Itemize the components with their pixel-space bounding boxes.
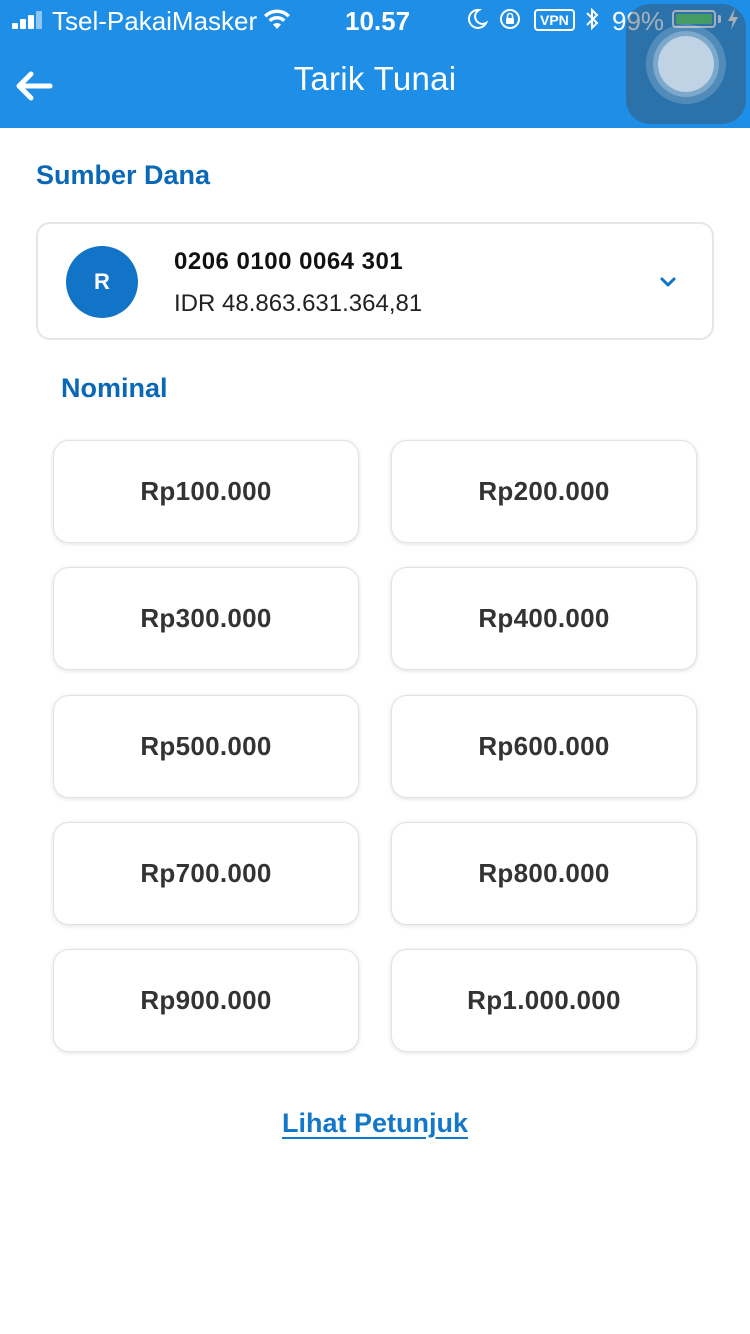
- account-number: 0206 0100 0064 301: [174, 248, 404, 275]
- nominal-label: Nominal: [61, 373, 168, 403]
- nominal-option-button[interactable]: Rp800.000: [391, 822, 697, 925]
- moon-icon: [467, 8, 488, 29]
- account-balance: IDR 48.863.631.364,81: [174, 290, 423, 317]
- source-of-funds-label: Sumber Dana: [36, 160, 211, 190]
- chevron-down-icon[interactable]: [656, 274, 680, 290]
- rotation-lock-icon: [500, 9, 520, 29]
- vpn-badge: VPN: [534, 9, 575, 31]
- status-time: 10.57: [345, 6, 411, 36]
- account-selector[interactable]: R 0206 0100 0064 301 IDR 48.863.631.364,…: [36, 222, 714, 340]
- nominal-option-button[interactable]: Rp900.000: [53, 949, 359, 1052]
- nominal-option-button[interactable]: Rp600.000: [391, 695, 697, 798]
- nominal-option-button[interactable]: Rp1.000.000: [391, 949, 697, 1052]
- carrier-name: Tsel-PakaiMasker: [52, 6, 258, 36]
- nominal-option-button[interactable]: Rp500.000: [53, 695, 359, 798]
- wifi-icon: [264, 9, 290, 29]
- nominal-option-button[interactable]: Rp300.000: [53, 567, 359, 670]
- view-instructions-link[interactable]: Lihat Petunjuk: [0, 1108, 750, 1139]
- signal-icon: [12, 11, 48, 29]
- avatar: R: [66, 246, 138, 318]
- nominal-option-button[interactable]: Rp400.000: [391, 567, 697, 670]
- assistive-touch-button[interactable]: [626, 4, 746, 124]
- nominal-option-button[interactable]: Rp200.000: [391, 440, 697, 543]
- assistive-touch-ring-inner: [658, 36, 714, 92]
- bluetooth-icon: [586, 7, 599, 31]
- nominal-option-button[interactable]: Rp100.000: [53, 440, 359, 543]
- nominal-option-button[interactable]: Rp700.000: [53, 822, 359, 925]
